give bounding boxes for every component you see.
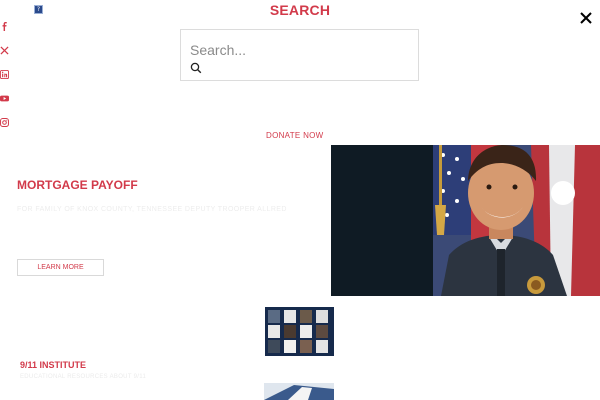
search-icon[interactable]	[190, 61, 202, 74]
institute-description: EDUCATIONAL RESOURCES ABOUT 9/11	[20, 374, 147, 380]
social-links	[0, 18, 12, 138]
bottom-article-image	[264, 383, 334, 400]
hero-description: FOR FAMILY OF KNOX COUNTY, TENNESSEE DEP…	[17, 206, 287, 213]
x-twitter-icon[interactable]	[0, 42, 9, 55]
close-icon[interactable]	[578, 10, 594, 26]
search-title: SEARCH	[269, 2, 331, 18]
instagram-icon[interactable]	[0, 114, 9, 127]
donate-link[interactable]: DONATE NOW	[266, 131, 324, 140]
facebook-icon[interactable]	[0, 18, 9, 31]
institute-collage-image	[265, 307, 334, 356]
institute-title: 9/11 INSTITUTE	[20, 360, 87, 370]
linkedin-icon[interactable]	[0, 66, 9, 79]
hero-title: MORTGAGE PAYOFF	[17, 178, 138, 192]
officer-portrait-image	[331, 145, 600, 296]
search-box	[180, 29, 419, 81]
youtube-icon[interactable]	[0, 90, 9, 102]
learn-more-button[interactable]: LEARN MORE	[17, 259, 104, 276]
search-input[interactable]	[190, 40, 390, 60]
